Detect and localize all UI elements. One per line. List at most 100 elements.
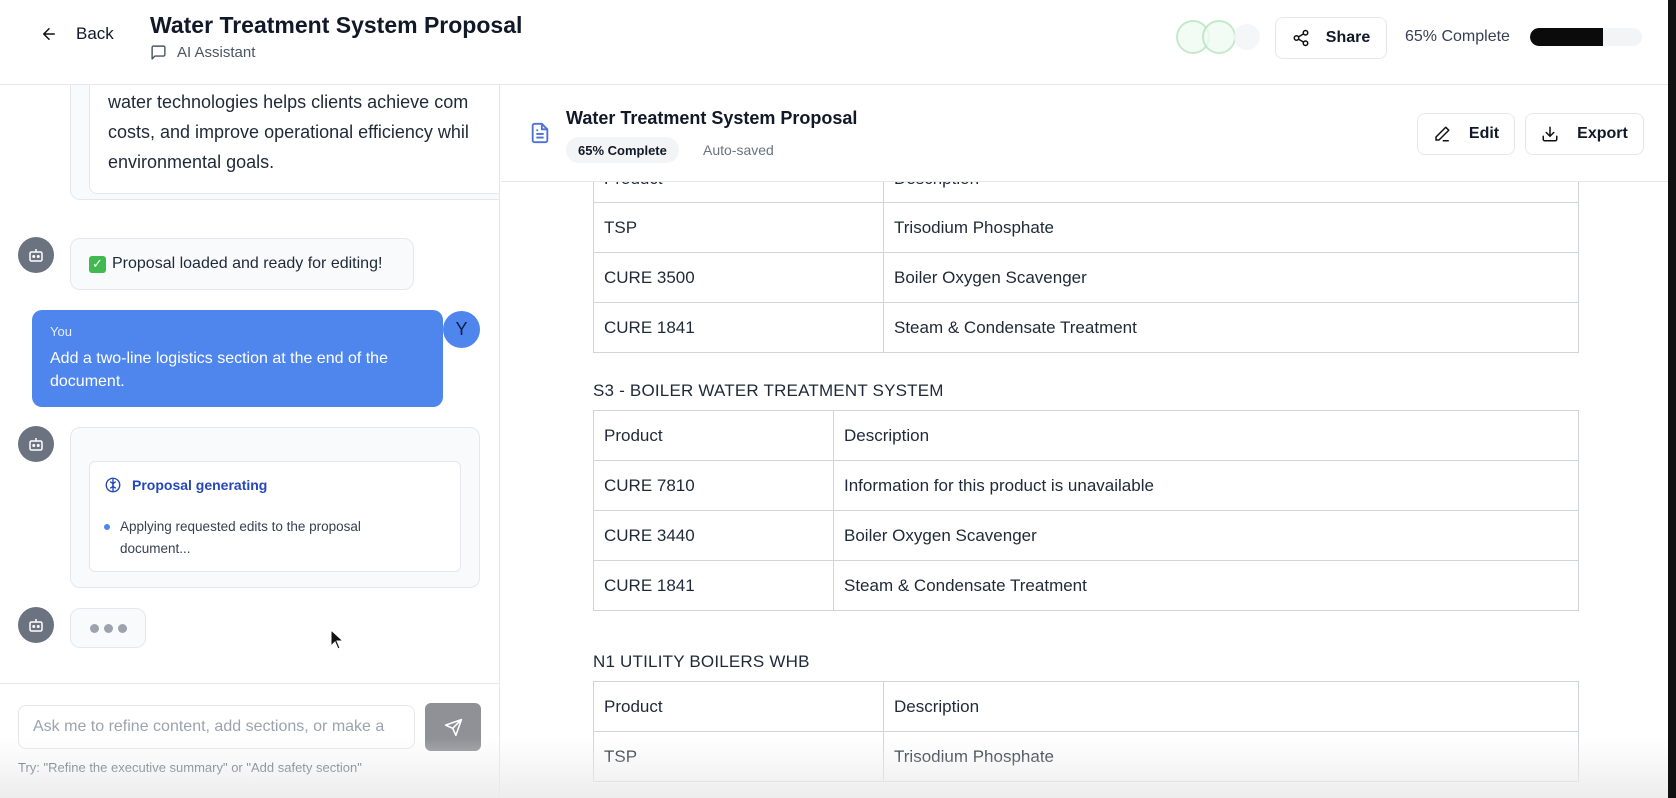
bot-icon bbox=[29, 249, 43, 262]
table-header-row: Product Description bbox=[593, 410, 1579, 461]
typing-dot bbox=[89, 623, 99, 633]
page-title: Water Treatment System Proposal bbox=[150, 12, 523, 38]
avatar[interactable] bbox=[1234, 24, 1260, 50]
product-cell: CURE 3500 bbox=[593, 252, 884, 303]
generation-title-text: Proposal generating bbox=[132, 477, 268, 493]
generation-status-inner: Proposal generating Applying requested e… bbox=[89, 461, 461, 572]
typing-dot bbox=[103, 623, 113, 633]
export-button[interactable]: Export bbox=[1525, 113, 1644, 155]
description-cell: Boiler Oxygen Scavenger bbox=[833, 510, 1579, 561]
subtitle-label: AI Assistant bbox=[177, 44, 256, 61]
product-cell: CURE 3440 bbox=[593, 510, 834, 561]
description-cell: Trisodium Phosphate bbox=[883, 731, 1579, 782]
product-table: Product Description TSP Trisodium Phosph… bbox=[593, 681, 1579, 782]
section-title: S3 - BOILER WATER TREATMENT SYSTEM bbox=[593, 381, 944, 400]
table-row: CURE 1841 Steam & Condensate Treatment bbox=[593, 302, 1579, 353]
typing-indicator bbox=[70, 608, 146, 648]
table-header-row: Product Description bbox=[593, 681, 1579, 732]
description-cell: Information for this product is unavaila… bbox=[833, 460, 1579, 511]
share-label: Share bbox=[1325, 29, 1371, 46]
chat-input[interactable] bbox=[18, 705, 415, 749]
share-button[interactable]: Share bbox=[1275, 17, 1387, 59]
generation-status-card: Proposal generating Applying requested e… bbox=[70, 427, 480, 588]
progress-text: 65% Complete bbox=[1405, 28, 1510, 45]
user-message: You Add a two-line logistics section at … bbox=[32, 310, 443, 407]
generation-step: Applying requested edits to the proposal… bbox=[104, 516, 434, 560]
table-row: CURE 3440 Boiler Oxygen Scavenger bbox=[593, 510, 1579, 561]
document-icon bbox=[531, 122, 549, 144]
table-row: CURE 3500 Boiler Oxygen Scavenger bbox=[593, 252, 1579, 303]
input-hint: Try: "Refine the executive summary" or "… bbox=[18, 760, 362, 775]
assistant-message: ✓ Proposal loaded and ready for editing! bbox=[70, 238, 414, 290]
message-line: costs, and improve operational efficienc… bbox=[108, 122, 469, 142]
bot-avatar bbox=[18, 426, 54, 462]
chat-panel: water technologies helps clients achieve… bbox=[0, 85, 500, 798]
description-cell: Boiler Oxygen Scavenger bbox=[883, 252, 1579, 303]
export-label: Export bbox=[1577, 125, 1628, 142]
assistant-message: water technologies helps clients achieve… bbox=[70, 85, 499, 200]
generation-step-text: Applying requested edits to the proposal… bbox=[120, 519, 361, 556]
avatar[interactable] bbox=[1202, 20, 1236, 54]
description-cell: Steam & Condensate Treatment bbox=[883, 302, 1579, 353]
progress-bar bbox=[1530, 28, 1642, 46]
page-subtitle: AI Assistant bbox=[150, 44, 255, 61]
product-cell: TSP bbox=[593, 731, 884, 782]
product-cell: TSP bbox=[593, 202, 884, 253]
download-icon bbox=[1542, 126, 1558, 142]
bot-avatar bbox=[18, 237, 54, 273]
back-label: Back bbox=[76, 24, 114, 43]
document-header: Water Treatment System Proposal 65% Comp… bbox=[501, 85, 1668, 182]
share-icon bbox=[1293, 29, 1309, 47]
bot-icon bbox=[29, 438, 43, 451]
section-title: N1 UTILITY BOILERS WHB bbox=[593, 652, 810, 671]
product-cell: CURE 1841 bbox=[593, 302, 884, 353]
table-header-cell: Product bbox=[593, 681, 884, 732]
description-cell: Steam & Condensate Treatment bbox=[833, 560, 1579, 611]
table-row: CURE 1841 Steam & Condensate Treatment bbox=[593, 560, 1579, 611]
arrow-left-icon bbox=[43, 28, 55, 40]
top-header: Back Water Treatment System Proposal AI … bbox=[0, 0, 1668, 85]
message-line: water technologies helps clients achieve… bbox=[108, 92, 469, 112]
description-cell: Trisodium Phosphate bbox=[883, 202, 1579, 253]
window-edge bbox=[1668, 0, 1676, 798]
bot-icon bbox=[29, 619, 43, 632]
progress-fill bbox=[1530, 28, 1603, 46]
loaded-message-text: Proposal loaded and ready for editing! bbox=[112, 255, 383, 272]
back-button[interactable]: Back bbox=[40, 24, 114, 44]
send-icon bbox=[444, 718, 462, 736]
product-table: Product Description TSP Trisodium Phosph… bbox=[593, 154, 1579, 353]
edit-label: Edit bbox=[1468, 125, 1500, 142]
table-header-cell: Product bbox=[593, 410, 834, 461]
typing-dot bbox=[117, 623, 127, 633]
product-cell: CURE 7810 bbox=[593, 460, 834, 511]
bot-avatar bbox=[18, 607, 54, 643]
table-row: CURE 7810 Information for this product i… bbox=[593, 460, 1579, 511]
chat-bubble-icon bbox=[151, 45, 166, 60]
user-message-text: Add a two-line logistics section at the … bbox=[50, 350, 388, 390]
document-title: Water Treatment System Proposal bbox=[566, 108, 858, 128]
chat-input-area: Try: "Refine the executive summary" or "… bbox=[0, 683, 499, 798]
edit-button[interactable]: Edit bbox=[1417, 113, 1515, 155]
send-button[interactable] bbox=[425, 703, 481, 751]
user-name: You bbox=[50, 324, 72, 339]
status-badge: 65% Complete bbox=[566, 137, 679, 163]
product-table: Product Description CURE 7810 Informatio… bbox=[593, 410, 1579, 611]
product-cell: CURE 1841 bbox=[593, 560, 834, 611]
table-header-cell: Description bbox=[883, 681, 1579, 732]
document-body: Product Description TSP Trisodium Phosph… bbox=[501, 154, 1668, 798]
pencil-icon bbox=[1435, 126, 1450, 142]
table-header-cell: Description bbox=[833, 410, 1579, 461]
generation-title: Proposal generating bbox=[104, 476, 267, 494]
check-icon: ✓ bbox=[89, 255, 106, 273]
brain-icon bbox=[105, 477, 121, 493]
assistant-message-text: water technologies helps clients achieve… bbox=[89, 85, 499, 194]
message-line: environmental goals. bbox=[108, 152, 275, 172]
document-panel: Water Treatment System Proposal 65% Comp… bbox=[501, 85, 1668, 798]
autosave-status: Auto-saved bbox=[703, 142, 774, 158]
table-row: TSP Trisodium Phosphate bbox=[593, 731, 1579, 782]
collaborator-avatars[interactable] bbox=[1176, 20, 1264, 54]
mouse-cursor-icon bbox=[330, 629, 345, 650]
user-avatar: Y bbox=[443, 311, 480, 348]
bullet-dot bbox=[104, 524, 110, 530]
table-row: TSP Trisodium Phosphate bbox=[593, 202, 1579, 253]
